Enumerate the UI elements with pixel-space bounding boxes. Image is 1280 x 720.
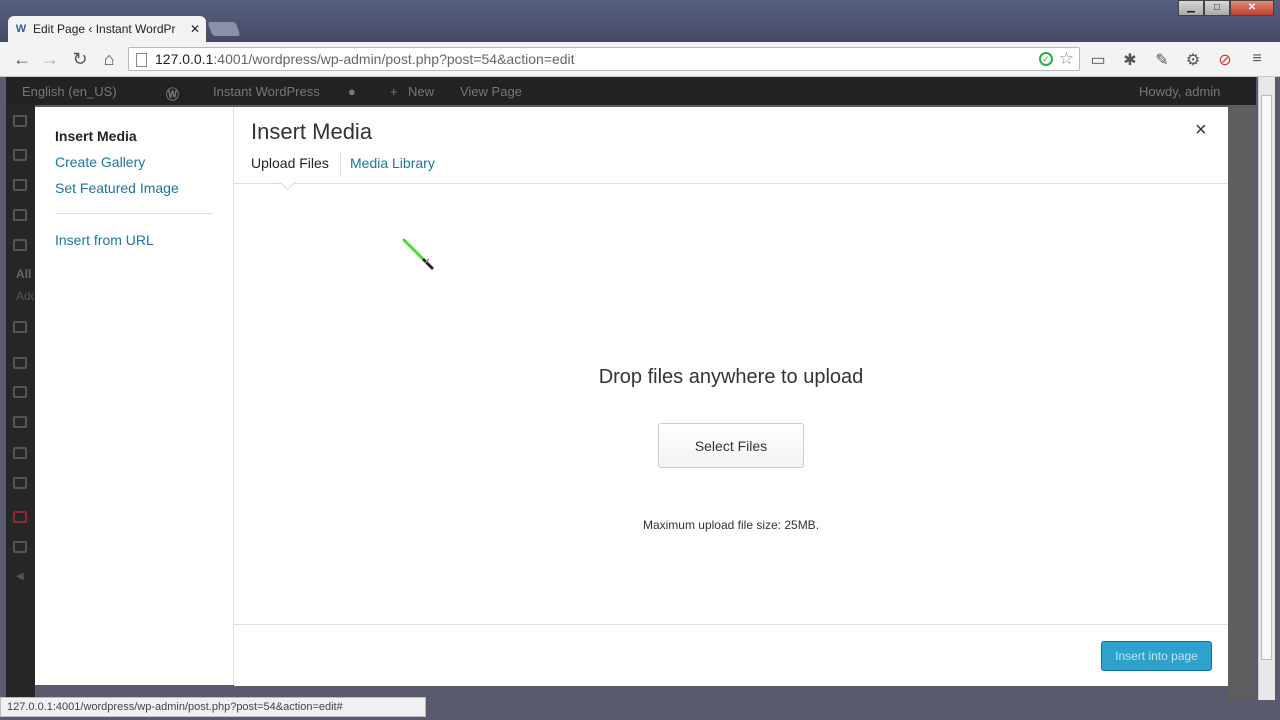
max-upload-size-text: Maximum upload file size: 25MB.: [642, 518, 820, 532]
eyedropper-icon[interactable]: ✎: [1152, 50, 1172, 70]
howdy-label[interactable]: Howdy, admin: [1139, 84, 1220, 99]
select-files-button[interactable]: Select Files: [658, 423, 804, 468]
bug-icon[interactable]: ✱: [1120, 50, 1140, 70]
close-icon[interactable]: ×: [1195, 119, 1207, 142]
maximize-icon[interactable]: □: [1204, 0, 1230, 16]
stop-icon[interactable]: ⊘: [1215, 50, 1235, 70]
minimize-icon[interactable]: ▁: [1178, 0, 1204, 16]
wordpress-logo-icon[interactable]: Ⓦ: [166, 84, 179, 103]
address-bar[interactable]: 127.0.0.1:4001/wordpress/wp-admin/post.p…: [128, 47, 1080, 71]
scrollbar-thumb[interactable]: [1261, 95, 1272, 660]
background-overlay-right: [1228, 105, 1256, 700]
page-icon: [136, 53, 147, 67]
menu-insert-media[interactable]: Insert Media: [55, 128, 137, 144]
media-icon[interactable]: [13, 179, 27, 191]
media-modal: Insert Media Create Gallery Set Featured…: [35, 107, 1228, 686]
appearance-icon[interactable]: [13, 357, 27, 369]
url-host: 127.0.0.1: [155, 51, 214, 67]
new-link[interactable]: New: [408, 84, 434, 99]
pages-add-label[interactable]: Add: [16, 289, 34, 303]
browser-status-bar: 127.0.0.1:4001/wordpress/wp-admin/post.p…: [0, 697, 426, 717]
insert-into-page-button[interactable]: Insert into page: [1101, 641, 1212, 671]
menu-insert-from-url[interactable]: Insert from URL: [55, 232, 154, 248]
pages-icon[interactable]: [13, 239, 27, 251]
settings-icon[interactable]: [13, 477, 27, 489]
tab-media-library[interactable]: Media Library: [350, 155, 435, 171]
plugins-icon[interactable]: [13, 386, 27, 398]
wp-admin-sidebar: All Add ◀: [6, 105, 35, 700]
active-tab-caret: [279, 174, 296, 191]
posts-icon[interactable]: [13, 149, 27, 161]
gear-icon[interactable]: ⚙: [1183, 50, 1203, 70]
tab-divider: [340, 153, 341, 175]
pages-all-label[interactable]: All: [16, 267, 31, 281]
links-icon[interactable]: [13, 209, 27, 221]
home-icon[interactable]: ⌂: [98, 49, 120, 70]
reload-icon[interactable]: ↻: [69, 49, 91, 70]
media-router: Upload Files Media Library: [234, 151, 1228, 191]
comments-icon[interactable]: ●: [348, 84, 356, 99]
new-content-plus-icon[interactable]: +: [390, 84, 398, 99]
plugin-custom-icon[interactable]: [13, 511, 27, 523]
users-icon[interactable]: [13, 416, 27, 428]
mouse-cursor-icon: [402, 238, 434, 270]
wordpress-favicon-icon: W: [15, 23, 27, 35]
comments-menu-icon[interactable]: [13, 321, 27, 333]
tab-title: Edit Page ‹ Instant WordPr: [33, 22, 176, 36]
back-arrow-icon[interactable]: ←: [11, 49, 33, 70]
site-name-link[interactable]: Instant WordPress: [213, 84, 320, 99]
tab-close-icon[interactable]: ✕: [190, 22, 200, 36]
tab-upload-files[interactable]: Upload Files: [251, 155, 329, 171]
browser-tab[interactable]: W Edit Page ‹ Instant WordPr ✕: [8, 16, 206, 42]
ruler-icon[interactable]: ▭: [1088, 50, 1108, 70]
menu-set-featured-image[interactable]: Set Featured Image: [55, 180, 179, 196]
collapse-menu-icon[interactable]: ◀: [16, 571, 24, 582]
window-controls: ▁ □ ✕: [1178, 0, 1274, 16]
bookmark-star-icon[interactable]: ☆: [1059, 48, 1074, 70]
url-path: :4001/wordpress/wp-admin/post.php?post=5…: [213, 51, 575, 67]
tools-icon[interactable]: [13, 447, 27, 459]
check-circle-icon[interactable]: ✓: [1039, 52, 1053, 66]
new-tab-button[interactable]: [207, 22, 241, 36]
modal-bottom-toolbar: Insert into page: [234, 624, 1228, 686]
wp-admin-bar: English (en_US) Ⓦ Instant WordPress ● + …: [6, 77, 1256, 105]
browser-toolbar: ← → ↻ ⌂ 127.0.0.1:4001/wordpress/wp-admi…: [0, 42, 1280, 77]
menu-create-gallery[interactable]: Create Gallery: [55, 154, 145, 170]
gear-menu-icon[interactable]: [13, 541, 27, 553]
browser-titlebar: W Edit Page ‹ Instant WordPr ✕ ▁ □ ✕: [0, 0, 1280, 42]
modal-title: Insert Media: [251, 119, 373, 144]
media-menu: Insert Media Create Gallery Set Featured…: [35, 107, 234, 685]
page-scrollbar[interactable]: [1258, 77, 1275, 700]
view-page-link[interactable]: View Page: [460, 84, 522, 99]
forward-arrow-icon[interactable]: →: [39, 49, 61, 70]
dashboard-icon[interactable]: [13, 115, 27, 127]
language-label[interactable]: English (en_US): [22, 84, 117, 99]
menu-icon[interactable]: ≡: [1247, 50, 1267, 68]
drop-files-title: Drop files anywhere to upload: [598, 366, 864, 388]
menu-separator: [55, 213, 213, 214]
window-close-icon[interactable]: ✕: [1230, 0, 1274, 16]
